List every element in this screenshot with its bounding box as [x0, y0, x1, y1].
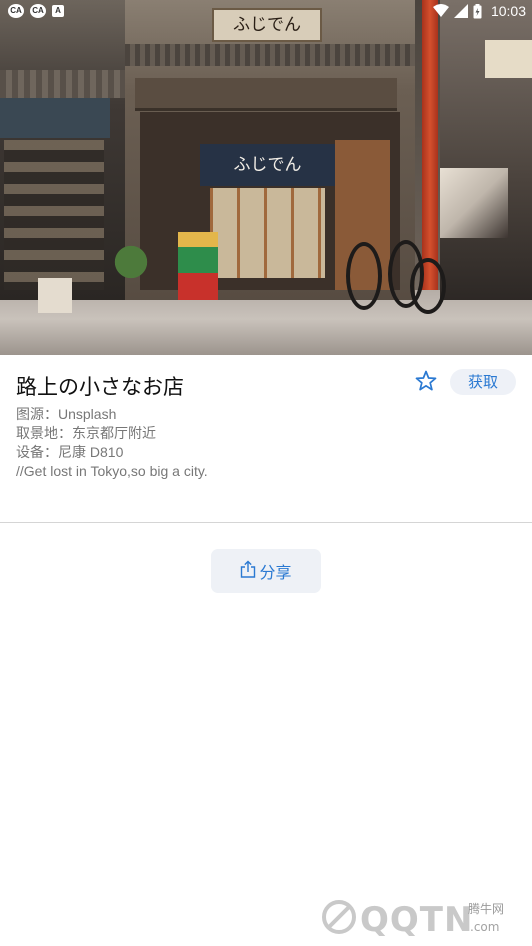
- shop-noren-curtain: ふじでん: [200, 144, 335, 186]
- left-shelves: [4, 140, 104, 290]
- share-label: 分享: [259, 563, 292, 582]
- photo-location: 取景地：东京都厅附近: [16, 425, 156, 441]
- right-sign: [485, 40, 532, 78]
- bicycles: [330, 200, 446, 315]
- photo-meta: 图源：Unsplash 取景地：东京都厅附近 设备：尼康 D810 //Get …: [16, 405, 208, 481]
- share-icon: [240, 560, 256, 582]
- notification-icon: CA: [8, 4, 24, 18]
- get-button[interactable]: 获取: [450, 369, 516, 395]
- noren-top: [135, 78, 397, 111]
- share-button[interactable]: 分享: [211, 549, 321, 593]
- roof-band: [125, 44, 415, 66]
- watermark-cn: 腾牛网: [468, 902, 505, 916]
- hero-photo: ふじでん ふじでん: [0, 0, 532, 355]
- clock: 10:03: [490, 3, 526, 19]
- divider: [0, 522, 532, 523]
- favorite-star-icon[interactable]: [414, 369, 438, 393]
- left-awning: [0, 98, 110, 138]
- notification-icon: A: [52, 5, 64, 17]
- status-bar: CA CA A 10:03: [0, 0, 532, 24]
- photo-detail: 路上の小さなお店 获取 图源：Unsplash 取景地：东京都厅附近 设备：尼康…: [0, 355, 532, 523]
- wifi-icon: [432, 4, 449, 18]
- notification-icon: CA: [30, 4, 46, 18]
- watermark: QQTN 腾牛网 .com: [320, 892, 530, 946]
- crates: [178, 232, 218, 300]
- boxes: [38, 278, 72, 313]
- watermark-main: QQTN: [360, 900, 474, 940]
- left-roof: [0, 70, 140, 98]
- potted-plant: [112, 242, 150, 292]
- bike-wheel: [410, 258, 446, 314]
- battery-icon: [473, 3, 482, 19]
- photo-title: 路上の小さなお店: [16, 375, 184, 399]
- signal-icon: [453, 4, 468, 18]
- notification-icons: CA CA A: [8, 4, 64, 18]
- watermark-logo-icon: [320, 898, 358, 936]
- photo-source: 图源：Unsplash: [16, 406, 117, 422]
- shop-doors: [210, 188, 325, 278]
- watermark-com: .com: [470, 920, 500, 934]
- bike-wheel: [346, 242, 382, 310]
- photo-device: 设备：尼康 D810: [16, 444, 124, 460]
- poster: [440, 168, 508, 238]
- status-icons: 10:03: [432, 3, 526, 19]
- photo-caption: //Get lost in Tokyo,so big a city.: [16, 463, 208, 479]
